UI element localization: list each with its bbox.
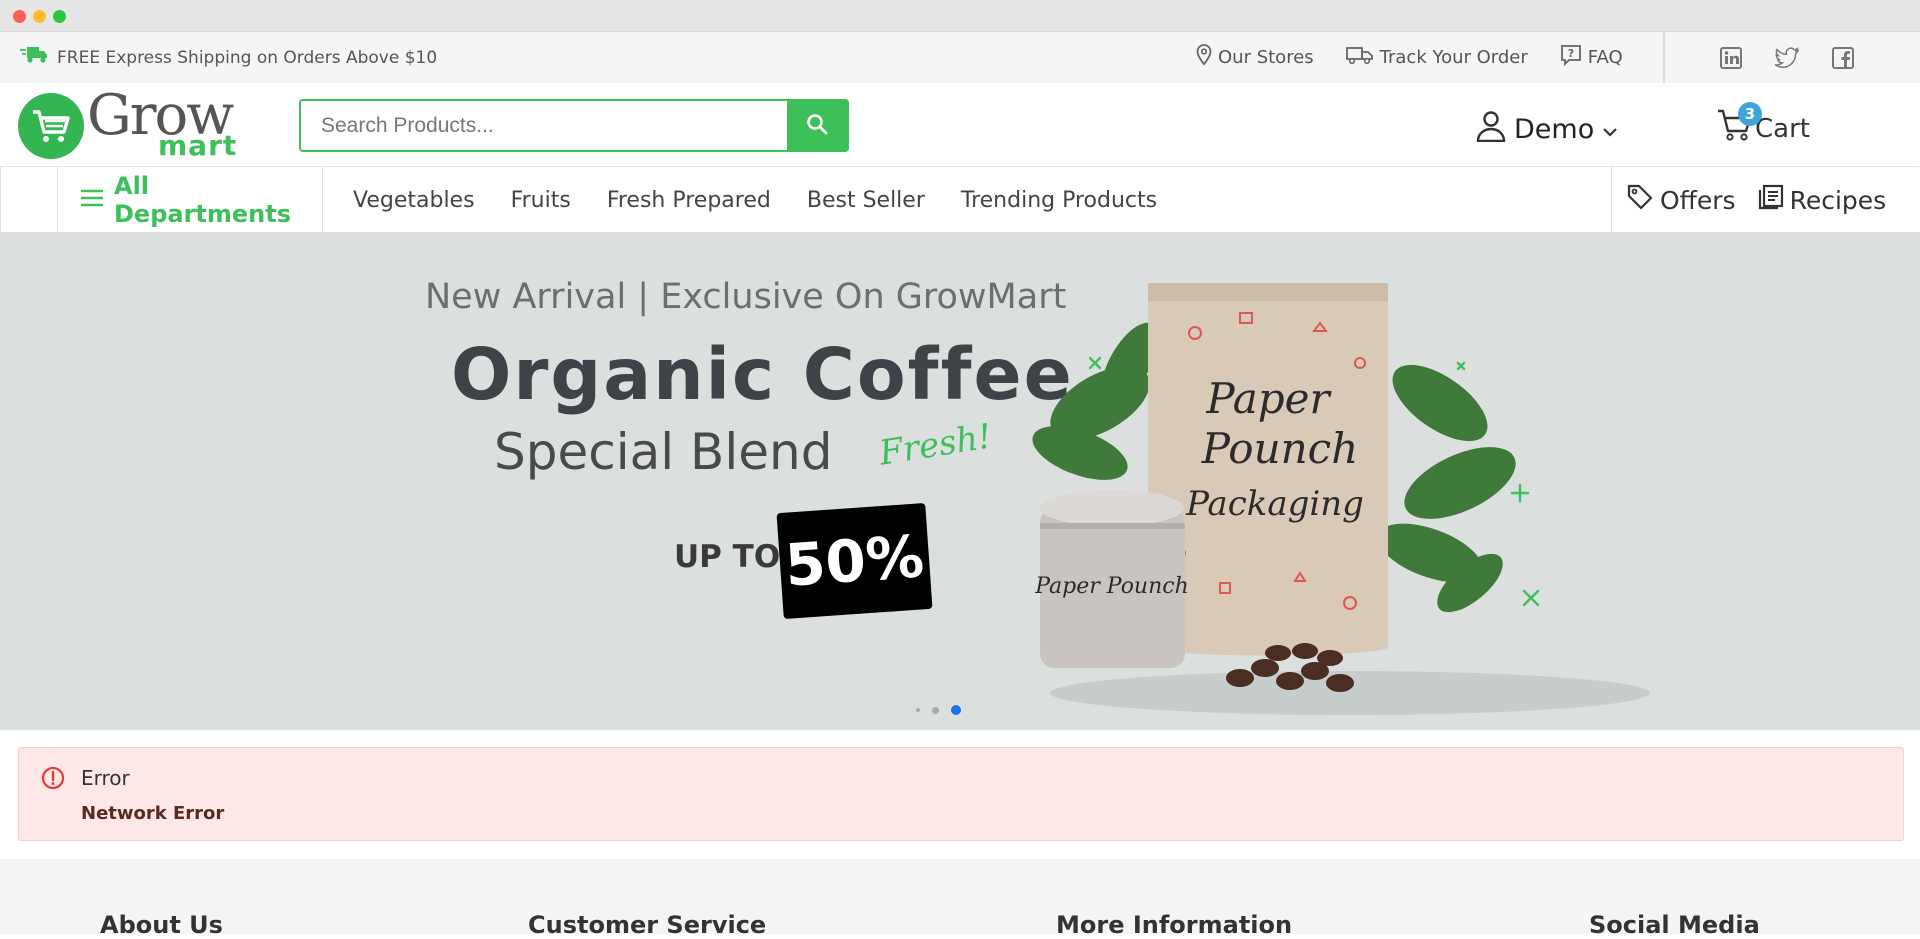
track-order-label: Track Your Order bbox=[1379, 47, 1528, 68]
map-pin-icon bbox=[1196, 44, 1212, 71]
error-icon bbox=[41, 766, 65, 794]
svg-text:Packaging: Packaging bbox=[1185, 484, 1364, 524]
all-departments-label: All Departments bbox=[114, 172, 292, 228]
help-icon: ? bbox=[1560, 44, 1582, 71]
account-menu[interactable]: Demo bbox=[1476, 110, 1618, 149]
nav-item-trending-products[interactable]: Trending Products bbox=[961, 188, 1157, 213]
our-stores-link[interactable]: Our Stores bbox=[1196, 44, 1314, 71]
search-icon bbox=[805, 112, 829, 140]
linkedin-icon[interactable] bbox=[1719, 46, 1743, 70]
nav-item-fresh-prepared[interactable]: Fresh Prepared bbox=[607, 188, 771, 213]
footer-heading-about: About Us bbox=[100, 911, 223, 939]
hero-banner[interactable]: New Arrival | Exclusive On GrowMart Orga… bbox=[0, 233, 1920, 730]
discount-badge: 50% bbox=[776, 502, 933, 620]
nav-item-fruits[interactable]: Fruits bbox=[511, 188, 571, 213]
error-alert: Error Network Error bbox=[18, 747, 1904, 841]
chevron-down-icon bbox=[1602, 114, 1618, 145]
cart-count-badge: 3 bbox=[1738, 102, 1762, 126]
up-to-label: UP TO bbox=[674, 539, 781, 575]
cart-logo-icon bbox=[18, 93, 84, 159]
minimize-window-button[interactable] bbox=[33, 10, 46, 23]
site-footer: About Us Customer Service More Informati… bbox=[0, 859, 1920, 939]
nav-spacer bbox=[0, 167, 58, 233]
cart-label: Cart bbox=[1755, 113, 1810, 144]
social-links bbox=[1719, 32, 1855, 83]
recipe-book-icon bbox=[1758, 184, 1784, 216]
nav-menu: Vegetables Fruits Fresh Prepared Best Se… bbox=[353, 167, 1157, 233]
footer-heading-more-information: More Information bbox=[1056, 911, 1293, 939]
shipping-text: FREE Express Shipping on Orders Above $1… bbox=[57, 47, 438, 68]
nav-item-best-seller[interactable]: Best Seller bbox=[807, 188, 925, 213]
close-window-button[interactable] bbox=[13, 10, 26, 23]
offers-label: Offers bbox=[1660, 185, 1736, 215]
nav-item-vegetables[interactable]: Vegetables bbox=[353, 188, 475, 213]
all-departments-button[interactable]: All Departments bbox=[58, 167, 323, 233]
footer-heading-customer-service: Customer Service bbox=[528, 911, 767, 939]
hero-subtitle: New Arrival | Exclusive On GrowMart bbox=[425, 277, 1067, 317]
carousel-dot-2[interactable] bbox=[932, 706, 939, 714]
topbar-divider bbox=[1663, 32, 1665, 83]
growmart-logo[interactable]: Grow mart bbox=[18, 83, 248, 162]
carousel-dot-3[interactable] bbox=[951, 705, 961, 715]
our-stores-label: Our Stores bbox=[1218, 47, 1314, 68]
top-bar: FREE Express Shipping on Orders Above $1… bbox=[0, 32, 1920, 83]
faq-label: FAQ bbox=[1587, 47, 1623, 68]
svg-text:?: ? bbox=[1568, 47, 1574, 60]
twitter-icon[interactable] bbox=[1775, 46, 1799, 70]
hamburger-icon bbox=[80, 186, 104, 214]
faq-link[interactable]: ? FAQ bbox=[1560, 44, 1623, 71]
main-nav: All Departments Vegetables Fruits Fresh … bbox=[0, 167, 1920, 233]
carousel-dot-1[interactable] bbox=[916, 708, 920, 712]
recipes-label: Recipes bbox=[1789, 185, 1887, 215]
hero-title: Organic Coffee bbox=[451, 333, 1074, 416]
alert-title: Error bbox=[81, 766, 130, 790]
cart-button[interactable]: 3 Cart bbox=[1717, 102, 1810, 149]
shipping-promo: FREE Express Shipping on Orders Above $1… bbox=[19, 44, 437, 71]
svg-text:Paper: Paper bbox=[1205, 374, 1332, 423]
delivery-truck-icon bbox=[19, 44, 49, 71]
maximize-window-button[interactable] bbox=[53, 10, 66, 23]
offers-link[interactable]: Offers bbox=[1626, 183, 1736, 217]
alert-message: Network Error bbox=[81, 803, 225, 824]
user-icon bbox=[1476, 110, 1506, 149]
hero-subtitle-2: Special Blend bbox=[494, 423, 833, 481]
fresh-tag: Fresh! bbox=[876, 416, 995, 474]
footer-heading-social-media: Social Media bbox=[1589, 911, 1760, 939]
window-titlebar bbox=[0, 0, 1920, 32]
carousel-indicators bbox=[916, 705, 961, 715]
nav-right-links: Offers Recipes bbox=[1611, 167, 1920, 233]
facebook-icon[interactable] bbox=[1831, 46, 1855, 70]
svg-text:Pounch: Pounch bbox=[1201, 424, 1359, 473]
truck-icon bbox=[1345, 45, 1374, 70]
account-name: Demo bbox=[1514, 114, 1595, 145]
recipes-link[interactable]: Recipes bbox=[1758, 184, 1887, 216]
svg-text:Paper Pounch: Paper Pounch bbox=[1034, 574, 1189, 599]
tag-icon bbox=[1626, 183, 1654, 217]
site-header: Grow mart Demo 3 Cart bbox=[0, 83, 1920, 167]
search-button[interactable] bbox=[787, 101, 847, 150]
search-bar bbox=[299, 99, 849, 152]
search-input[interactable] bbox=[301, 101, 787, 150]
track-order-link[interactable]: Track Your Order bbox=[1345, 45, 1528, 70]
logo-word-mart: mart bbox=[158, 129, 238, 162]
coffee-product-illustration: Paper Pounch Packaging Paper Pounch bbox=[1032, 283, 1650, 715]
